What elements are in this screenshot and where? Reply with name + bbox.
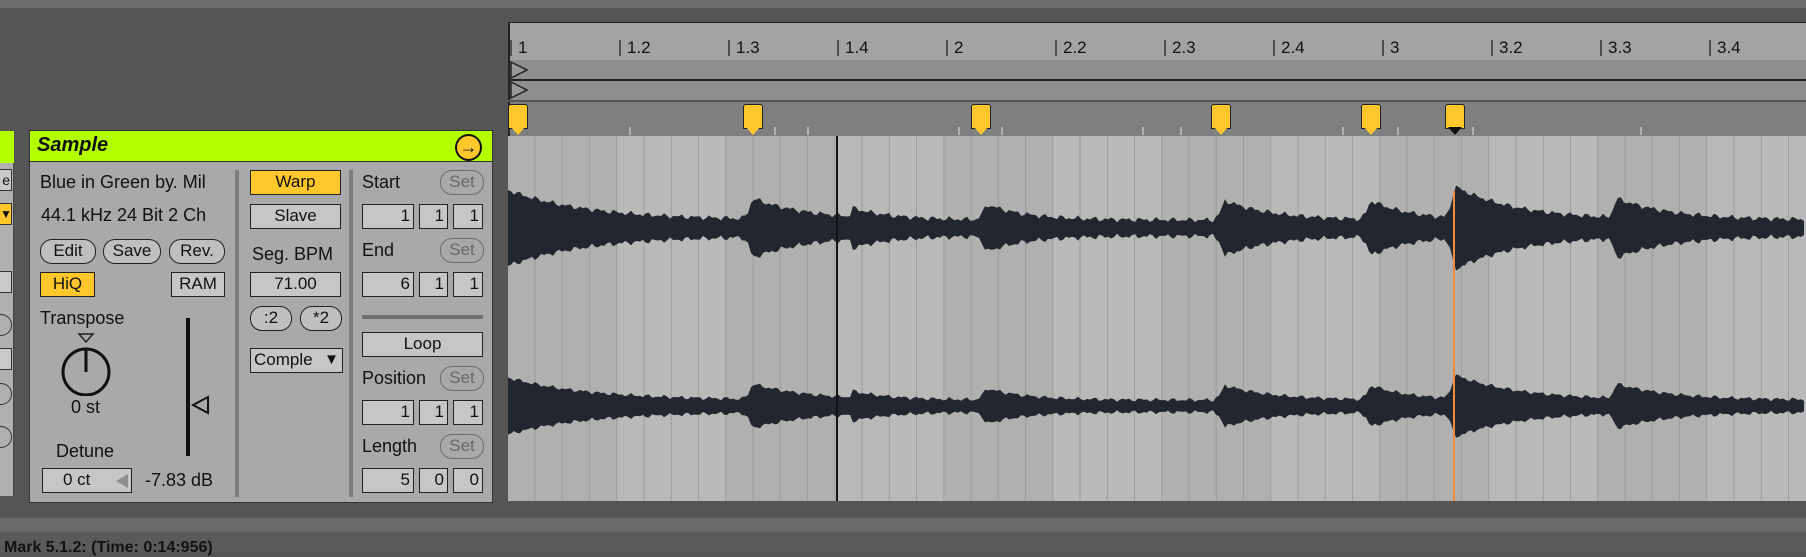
end-sixteenth-field[interactable]: 1 (453, 272, 483, 297)
start-beat-field[interactable]: 1 (419, 204, 448, 229)
warp-mode-dropdown[interactable]: Comple ▼ (250, 348, 343, 373)
transpose-knob[interactable] (58, 332, 118, 396)
arrow-right-icon[interactable]: → (455, 134, 482, 161)
ruler-label: 2 (954, 38, 964, 57)
start-flag-icon[interactable] (509, 60, 531, 102)
start-set-button[interactable]: Set (440, 170, 484, 195)
warp-marker[interactable] (971, 104, 991, 135)
save-button[interactable]: Save (103, 239, 161, 264)
ruler-label: 3.4 (1717, 38, 1741, 57)
loop-button[interactable]: Loop (362, 332, 483, 357)
ruler-label: 3.3 (1608, 38, 1632, 57)
end-bar-field[interactable]: 6 (362, 272, 414, 297)
length-set-button[interactable]: Set (440, 434, 484, 459)
start-bar-field[interactable]: 1 (362, 204, 414, 229)
status-text: Mark 5.1.2: (Time: 0:14:956) (4, 539, 213, 556)
bottom-strip (0, 518, 1806, 532)
ruler-label: 1 (518, 38, 528, 57)
volume-fader-track[interactable] (186, 318, 190, 456)
ruler-label: 3.2 (1499, 38, 1523, 57)
clipped-device-header (0, 131, 14, 163)
half-tempo-button[interactable]: :2 (250, 306, 292, 331)
transpose-value: 0 st (71, 397, 101, 417)
ram-button[interactable]: RAM (171, 272, 225, 297)
slave-button[interactable]: Slave (250, 204, 341, 229)
end-set-button[interactable]: Set (440, 238, 484, 263)
column-divider (349, 170, 353, 497)
seg-bpm-field[interactable]: 71.00 (250, 272, 341, 297)
double-tempo-button[interactable]: *2 (300, 306, 342, 331)
transient-ticks (629, 127, 1642, 135)
top-strip (0, 0, 1806, 8)
position-set-button[interactable]: Set (440, 366, 484, 391)
ruler-label: 1.3 (736, 38, 760, 57)
chevron-down-icon: ▼ (324, 351, 339, 368)
warp-button[interactable]: Warp (250, 170, 341, 195)
start-marker-lane[interactable] (508, 60, 1806, 80)
sample-title: Sample (37, 134, 109, 156)
detune-arrow-icon (116, 474, 128, 488)
warp-marker-selected[interactable] (1445, 104, 1465, 135)
length-beat-field[interactable]: 0 (419, 468, 448, 493)
clipped-device-field[interactable] (0, 271, 12, 293)
position-sixteenth-field[interactable]: 1 (453, 400, 483, 425)
ruler-label: 3 (1390, 38, 1400, 57)
length-bar-field[interactable]: 5 (362, 468, 414, 493)
ruler-label: 1.2 (627, 38, 651, 57)
warp-marker[interactable] (508, 104, 528, 135)
clipped-device-button[interactable]: e (0, 169, 12, 191)
detune-value: 0 ct (63, 470, 91, 489)
hiq-button[interactable]: HiQ (40, 272, 95, 297)
clipped-device-field-2[interactable] (0, 348, 12, 370)
start-sixteenth-field[interactable]: 1 (453, 204, 483, 229)
knob-indicator-icon (77, 333, 95, 344)
ruler-label: 2.2 (1063, 38, 1087, 57)
position-label: Position (362, 368, 427, 388)
length-label: Length (362, 436, 418, 456)
end-beat-field[interactable]: 1 (419, 272, 448, 297)
seg-bpm-label: Seg. BPM (252, 244, 334, 264)
warp-mode-value: Comple (254, 350, 313, 369)
loop-marker-lane[interactable] (508, 80, 1806, 100)
volume-fader-thumb-icon[interactable] (190, 395, 212, 415)
ruler-label: 2.3 (1172, 38, 1196, 57)
warp-marker[interactable] (1211, 104, 1231, 135)
column-divider (235, 170, 239, 497)
file-name: Blue in Green by. Mil (40, 172, 206, 192)
file-info: 44.1 kHz 24 Bit 2 Ch (41, 205, 207, 225)
detune-label: Detune (56, 441, 115, 461)
position-bar-field[interactable]: 1 (362, 400, 414, 425)
position-beat-field[interactable]: 1 (419, 400, 448, 425)
lane-divider (510, 79, 1806, 81)
end-label: End (362, 240, 395, 260)
warp-marker[interactable] (743, 104, 763, 135)
reverse-button[interactable]: Rev. (169, 239, 225, 264)
transpose-label: Transpose (40, 308, 125, 328)
clipped-device-dropdown[interactable]: ▼ (0, 203, 12, 225)
waveform (508, 136, 1806, 501)
status-bar (0, 532, 1806, 552)
volume-value: -7.83 dB (145, 470, 214, 490)
warp-marker[interactable] (1361, 104, 1381, 135)
edit-button[interactable]: Edit (40, 239, 96, 264)
divider (362, 315, 483, 319)
start-label: Start (362, 172, 401, 192)
ruler-label: 2.4 (1281, 38, 1305, 57)
length-sixteenth-field[interactable]: 0 (453, 468, 483, 493)
ruler-label: 1.4 (845, 38, 869, 57)
